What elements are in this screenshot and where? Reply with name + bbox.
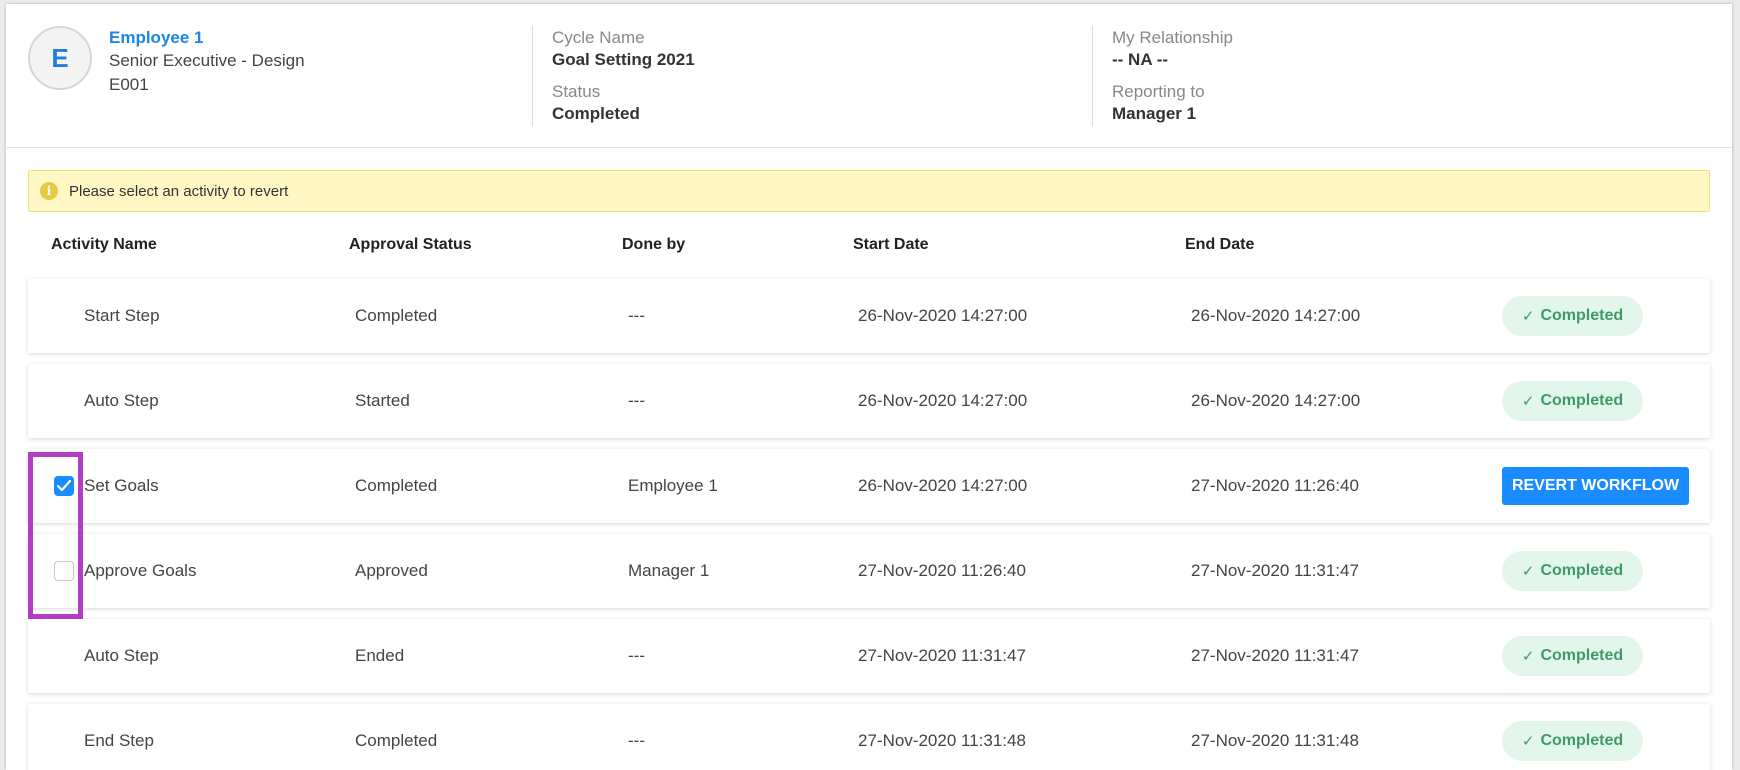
activity-name: Start Step xyxy=(84,306,160,325)
done-by: Employee 1 xyxy=(628,476,718,495)
start-date: 26-Nov-2020 14:27:00 xyxy=(858,476,1028,495)
approval-status: Started xyxy=(355,391,410,410)
header-divider xyxy=(532,26,533,126)
end-date: 27-Nov-2020 11:31:47 xyxy=(1191,646,1359,665)
header-start-date: Start Date xyxy=(853,236,929,253)
check-icon: ✓ xyxy=(1521,393,1535,410)
table-row: End Step Completed --- 27-Nov-2020 11:31… xyxy=(28,704,1710,770)
row-checkbox[interactable] xyxy=(54,561,74,581)
approval-status: Completed xyxy=(355,731,438,750)
header-activity-name: Activity Name xyxy=(51,236,157,253)
end-date: 26-Nov-2020 14:27:00 xyxy=(1191,306,1361,325)
header-approval-status: Approval Status xyxy=(349,236,472,253)
employee-header: E Employee 1 Senior Executive - Design E… xyxy=(6,4,1732,148)
checkmark-icon xyxy=(57,480,71,492)
relationship-label: My Relationship xyxy=(1112,28,1233,47)
reporting-to-label: Reporting to xyxy=(1112,82,1205,101)
check-icon: ✓ xyxy=(1521,648,1535,665)
revert-notice: i Please select an activity to revert xyxy=(28,170,1710,212)
table-row: Approve Goals Approved Manager 1 27-Nov-… xyxy=(28,534,1710,608)
activity-name: Set Goals xyxy=(84,476,159,495)
cycle-name-value: Goal Setting 2021 xyxy=(552,50,695,69)
completed-badge: ✓ Completed xyxy=(1502,381,1643,421)
done-by: --- xyxy=(628,731,645,750)
done-by: --- xyxy=(628,306,645,325)
approval-status: Approved xyxy=(355,561,428,580)
employee-title: Senior Executive - Design xyxy=(109,51,305,70)
avatar-initial: E xyxy=(51,42,69,73)
start-date: 27-Nov-2020 11:31:47 xyxy=(858,646,1026,665)
completed-badge: ✓ Completed xyxy=(1502,551,1643,591)
reporting-to-value: Manager 1 xyxy=(1112,104,1197,123)
approval-status: Completed xyxy=(355,306,438,325)
completed-badge: ✓ Completed xyxy=(1502,721,1643,761)
activity-name: End Step xyxy=(84,731,154,750)
approval-status: Completed xyxy=(355,476,438,495)
status-value: Completed xyxy=(552,104,640,123)
info-icon: i xyxy=(40,182,58,200)
status-label: Status xyxy=(552,82,601,101)
check-icon: ✓ xyxy=(1521,563,1535,580)
badge-label: Completed xyxy=(1540,647,1624,664)
completed-badge: ✓ Completed xyxy=(1502,296,1643,336)
badge-label: Completed xyxy=(1540,562,1624,579)
activity-name: Auto Step xyxy=(84,646,159,665)
completed-badge: ✓ Completed xyxy=(1502,636,1643,676)
table-row: Auto Step Started --- 26-Nov-2020 14:27:… xyxy=(28,364,1710,438)
check-icon: ✓ xyxy=(1521,733,1535,750)
table-row: Auto Step Ended --- 27-Nov-2020 11:31:47… xyxy=(28,619,1710,693)
badge-label: Completed xyxy=(1540,732,1624,749)
row-checkbox-checked[interactable] xyxy=(54,476,74,496)
start-date: 26-Nov-2020 14:27:00 xyxy=(858,306,1028,325)
badge-label: Completed xyxy=(1540,307,1624,324)
cycle-name-label: Cycle Name xyxy=(552,28,645,47)
table-row-selected: Set Goals Completed Employee 1 26-Nov-20… xyxy=(28,449,1710,523)
done-by: --- xyxy=(628,391,645,410)
start-date: 27-Nov-2020 11:31:48 xyxy=(858,731,1026,750)
start-date: 26-Nov-2020 14:27:00 xyxy=(858,391,1028,410)
done-by: --- xyxy=(628,646,645,665)
done-by: Manager 1 xyxy=(628,561,710,580)
employee-id: E001 xyxy=(109,75,149,94)
revert-workflow-button[interactable]: Revert Workflow xyxy=(1502,467,1689,505)
table-row: Start Step Completed --- 26-Nov-2020 14:… xyxy=(28,279,1710,353)
approval-status: Ended xyxy=(355,646,405,665)
badge-label: Completed xyxy=(1540,392,1624,409)
avatar: E xyxy=(28,26,92,90)
workflow-panel: E Employee 1 Senior Executive - Design E… xyxy=(6,4,1732,770)
check-icon: ✓ xyxy=(1521,308,1535,325)
end-date: 27-Nov-2020 11:31:47 xyxy=(1191,561,1359,580)
header-end-date: End Date xyxy=(1185,236,1255,253)
end-date: 27-Nov-2020 11:31:48 xyxy=(1191,731,1359,750)
end-date: 26-Nov-2020 14:27:00 xyxy=(1191,391,1361,410)
header-divider xyxy=(1092,26,1093,126)
start-date: 27-Nov-2020 11:26:40 xyxy=(858,561,1026,580)
header-done-by: Done by xyxy=(622,236,686,253)
end-date: 27-Nov-2020 11:26:40 xyxy=(1191,476,1359,495)
notice-text: Please select an activity to revert xyxy=(69,183,289,200)
activity-name: Auto Step xyxy=(84,391,159,410)
relationship-value: -- NA -- xyxy=(1112,50,1169,69)
activity-name: Approve Goals xyxy=(84,561,197,580)
employee-name-link[interactable]: Employee 1 xyxy=(109,28,204,48)
